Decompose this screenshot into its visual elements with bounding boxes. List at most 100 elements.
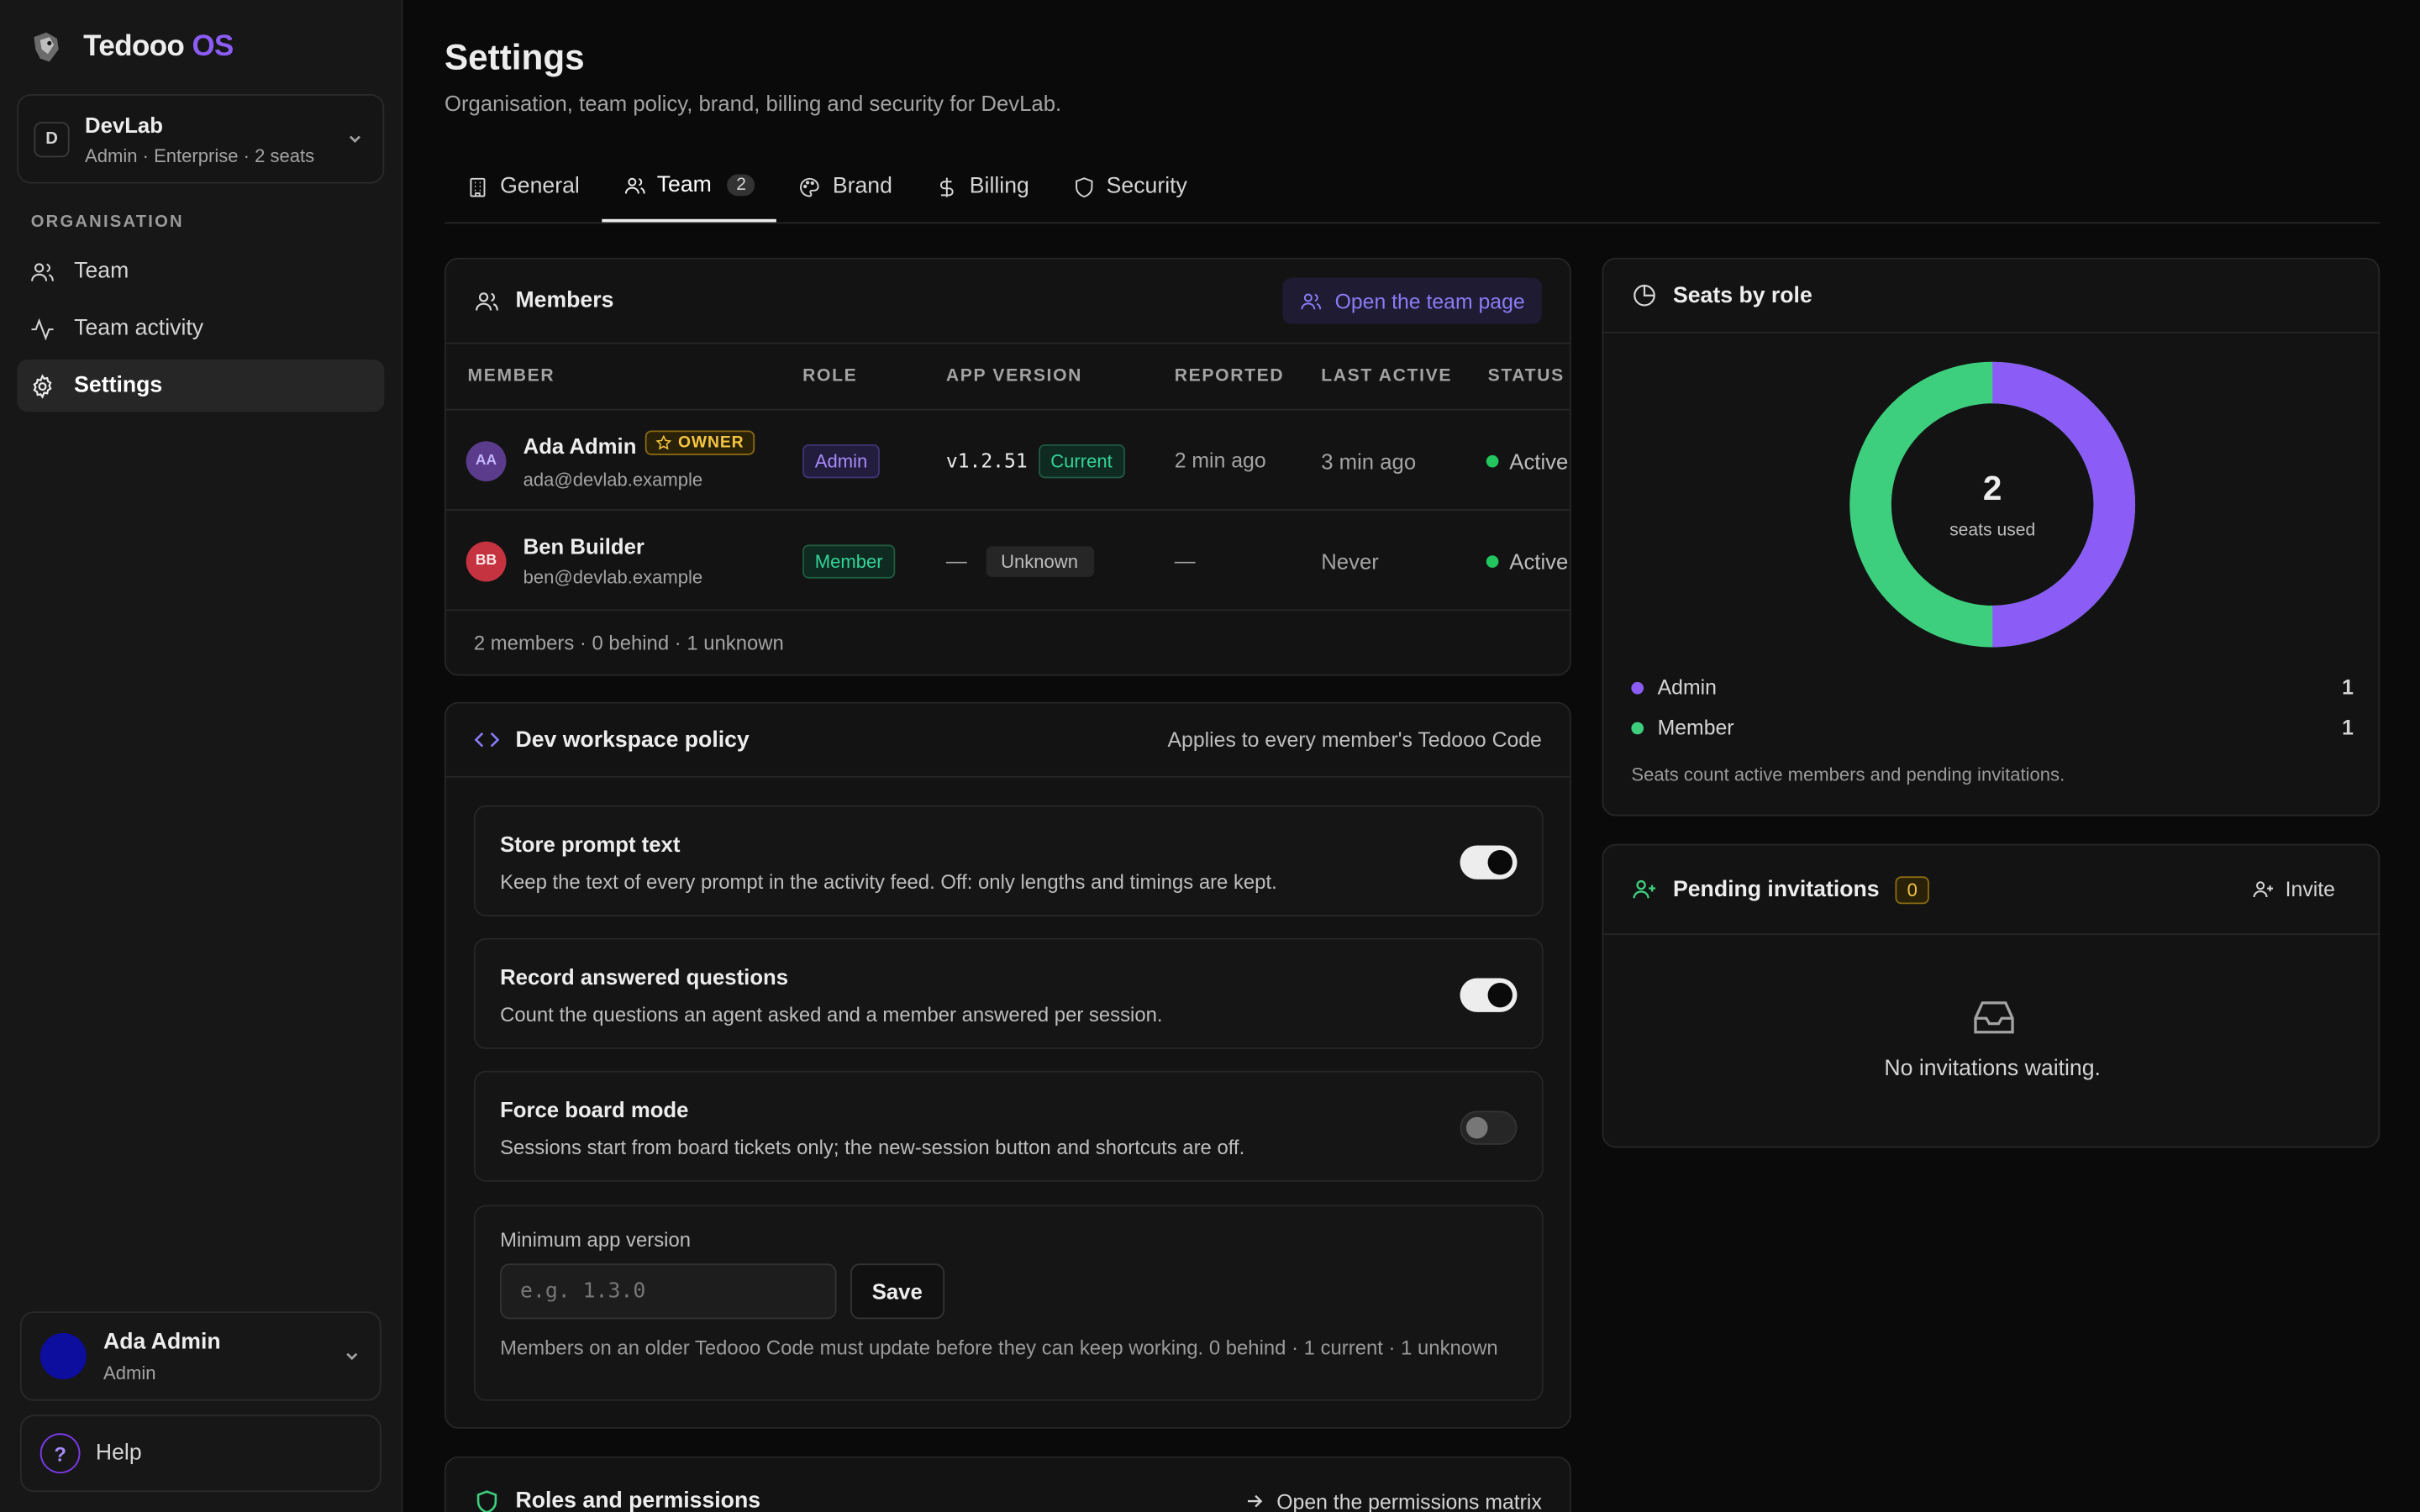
save-button[interactable]: Save — [850, 1263, 944, 1320]
role-badge: Admin — [802, 444, 880, 478]
table-row[interactable]: BB Ben Builder ben@devlab.example Member… — [445, 511, 1570, 612]
sidebar-item-label: Team activity — [74, 316, 204, 341]
pending-count-badge: 0 — [1894, 875, 1930, 904]
chevron-down-icon — [349, 135, 360, 144]
min-version-note: Members on an older Tedooo Code must upd… — [500, 1336, 1498, 1360]
org-avatar: D — [34, 121, 70, 157]
building-icon — [470, 176, 486, 197]
members-title: Members — [515, 288, 614, 313]
user-menu[interactable]: Ada Admin Admin — [19, 1311, 381, 1401]
policy-item-description: Keep the text of every prompt in the act… — [500, 869, 1277, 894]
tab-brand[interactable]: Brand — [777, 151, 914, 222]
tab-billing[interactable]: Billing — [914, 151, 1051, 222]
column-header[interactable]: REPORTED — [1175, 367, 1285, 386]
members-header: Members Open the team page — [445, 260, 1570, 344]
seats-note: Seats count active members and pending i… — [1631, 764, 2065, 785]
user-role: Admin — [103, 1361, 156, 1383]
seats-by-role-card: Seats by role 2 seats used Admin 1 Membe… — [1602, 257, 2381, 816]
avatar: AA — [466, 440, 507, 481]
policy-header: Dev workspace policy Applies to every me… — [445, 704, 1570, 778]
member-email: ben@devlab.example — [523, 566, 703, 588]
tab-security[interactable]: Security — [1051, 151, 1209, 222]
table-header: MEMBER ROLE APP VERSION REPORTED LAST AC… — [445, 344, 1570, 411]
legend-label: Admin — [1657, 675, 1717, 700]
sidebar-item-team-activity[interactable]: Team activity — [17, 302, 384, 354]
open-permissions-matrix-link[interactable]: Open the permissions matrix — [1246, 1489, 1542, 1512]
policy-record-answered-questions: Record answered questions Count the ques… — [473, 937, 1544, 1049]
user-plus-icon — [1633, 879, 1656, 899]
avatar: BB — [466, 540, 507, 581]
role-badge: Member — [802, 543, 896, 578]
users-icon — [476, 291, 498, 310]
member-email: ada@devlab.example — [523, 469, 703, 491]
column-header[interactable]: ROLE — [802, 367, 857, 386]
min-version-input[interactable]: e.g. 1.3.0 — [500, 1263, 837, 1320]
open-team-page-button[interactable]: Open the team page — [1282, 277, 1542, 324]
table-row[interactable]: AA Ada Admin OWNER ada@devlab.example Adm… — [445, 411, 1570, 511]
seats-used-label: seats used — [1949, 521, 2036, 540]
user-plus-icon — [2253, 881, 2273, 898]
tab-general[interactable]: General — [445, 151, 602, 222]
invite-button[interactable]: Invite — [2251, 878, 2335, 901]
star-icon — [656, 434, 672, 450]
column-header[interactable]: STATUS — [1488, 367, 1565, 386]
dollar-icon — [940, 176, 954, 197]
shield-icon — [1075, 176, 1093, 197]
status-dot — [1486, 454, 1499, 467]
column-header[interactable]: LAST ACTIVE — [1321, 367, 1452, 386]
record-answered-questions-toggle[interactable] — [1460, 978, 1518, 1012]
chevron-down-icon — [346, 1352, 358, 1361]
button-label: Open the team page — [1334, 289, 1525, 312]
tab-team[interactable]: Team 2 — [601, 151, 777, 223]
policy-item-description: Count the questions an agent asked and a… — [500, 1002, 1163, 1026]
logo-icon — [34, 32, 59, 62]
last-active: Never — [1321, 548, 1379, 574]
policy-title: Dev workspace policy — [515, 727, 750, 753]
shield-check-icon — [476, 1489, 497, 1512]
gear-icon — [33, 373, 52, 398]
pending-header: Pending invitations 0 Invite — [1603, 846, 2379, 936]
seats-donut-chart: 2 seats used — [1849, 361, 2136, 648]
org-switcher[interactable]: D DevLab Admin · Enterprise · 2 seats — [17, 94, 385, 184]
inbox-icon — [1974, 1001, 2014, 1034]
app-version: — — [945, 549, 967, 573]
roles-permissions-card: Roles and permissions Open the permissio… — [444, 1456, 1571, 1512]
column-header[interactable]: APP VERSION — [946, 367, 1082, 386]
reported-time: — — [1174, 549, 1196, 573]
org-subtitle: Admin · Enterprise · 2 seats — [85, 144, 315, 166]
status-badge: Active — [1486, 549, 1568, 573]
sidebar-item-team[interactable]: Team — [17, 245, 384, 297]
policy-note: Applies to every member's Tedooo Code — [1167, 727, 1542, 752]
legend-item-member: Member 1 — [1631, 716, 2354, 739]
brand-name: Tedooo OS — [83, 30, 234, 64]
dev-workspace-policy-card: Dev workspace policy Applies to every me… — [444, 701, 1571, 1429]
reported-time: 2 min ago — [1174, 449, 1266, 473]
legend-dot — [1631, 721, 1644, 734]
min-version-label: Minimum app version — [500, 1228, 692, 1252]
legend-value: 1 — [2342, 675, 2354, 700]
brand[interactable]: Tedooo OS — [31, 31, 234, 65]
owner-badge: OWNER — [645, 430, 755, 455]
page-subtitle: Organisation, team policy, brand, billin… — [444, 91, 1062, 116]
sidebar-nav: Team Team activity Settings — [17, 245, 385, 417]
version-status-badge: Current — [1038, 444, 1125, 478]
pending-invitations-card: Pending invitations 0 Invite No invitati… — [1602, 843, 2381, 1148]
tab-label: General — [500, 174, 580, 199]
column-header[interactable]: MEMBER — [468, 367, 555, 386]
sidebar-item-label: Team — [74, 259, 129, 284]
pending-title: Pending invitations — [1672, 877, 1880, 902]
help-button[interactable]: ? Help — [19, 1415, 381, 1493]
tab-label: Billing — [969, 174, 1029, 199]
seats-title: Seats by role — [1672, 283, 1812, 308]
tab-label: Team — [656, 172, 712, 198]
policy-item-title: Record answered questions — [500, 963, 789, 990]
policy-store-prompt-text: Store prompt text Keep the text of every… — [473, 805, 1544, 916]
store-prompt-text-toggle[interactable] — [1460, 845, 1518, 879]
status-dot — [1486, 554, 1499, 567]
empty-state-text: No invitations waiting. — [1884, 1057, 2101, 1082]
help-icon: ? — [39, 1433, 81, 1474]
sidebar-item-settings[interactable]: Settings — [17, 359, 385, 412]
user-name: Ada Admin — [103, 1329, 221, 1354]
users-icon — [31, 262, 54, 281]
force-board-mode-toggle[interactable] — [1460, 1110, 1518, 1145]
